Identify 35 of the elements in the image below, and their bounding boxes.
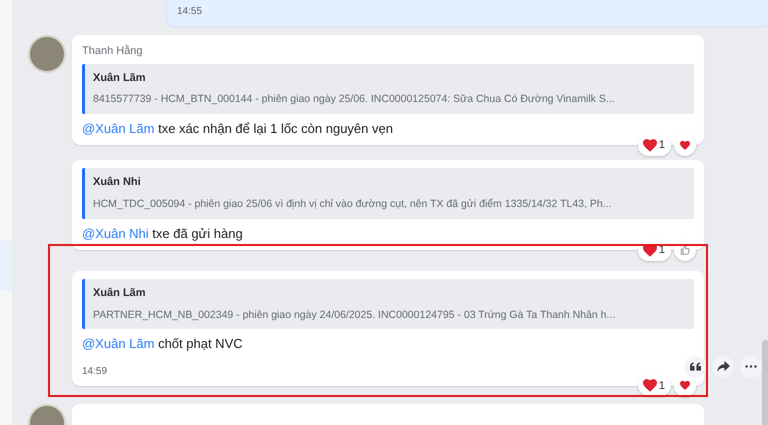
reaction-count-pill[interactable]: 1 bbox=[638, 375, 671, 396]
share-button[interactable] bbox=[712, 356, 734, 378]
avatar[interactable] bbox=[28, 35, 66, 73]
share-arrow-icon bbox=[716, 361, 730, 372]
heart-icon bbox=[642, 244, 657, 256]
message-text: chốt phạt NVC bbox=[157, 336, 243, 352]
quick-reaction-button[interactable] bbox=[674, 374, 696, 397]
message-text: txe xác nhận để lại 1 lốc còn nguyên vẹn bbox=[157, 120, 393, 136]
quote-text: 8415577739 - HCM_BTN_000144 - phiên giao ngày 25/06. INC0000125074: Sữa Chua Có Đường Vinamilk S... bbox=[93, 92, 616, 107]
reaction-count-pill[interactable]: 1 bbox=[638, 134, 671, 156]
reaction-count: 1 bbox=[658, 378, 665, 394]
heart-icon bbox=[680, 138, 690, 152]
quote-author: Xuân Lãm bbox=[93, 70, 147, 86]
message-text: txe đã gửi hàng bbox=[151, 226, 243, 240]
more-button[interactable] bbox=[740, 356, 762, 378]
message-time: 14:55 bbox=[177, 5, 202, 19]
quote-author: Xuân Lãm bbox=[93, 286, 147, 301]
quick-reaction-button[interactable] bbox=[674, 239, 696, 261]
thumbs-up-icon bbox=[680, 243, 690, 257]
sender-name: Thanh Hằng bbox=[82, 44, 144, 59]
quote-text: HCM_TDC_005094 - phiên giao 25/06 vì định vị chỉ vào đường cụt, nên TX đã gửi điểm 1335/14/32 TL43, Ph... bbox=[93, 196, 612, 212]
heart-icon bbox=[642, 138, 657, 152]
heart-icon bbox=[642, 379, 657, 392]
mention-link[interactable]: @Xuân Lãm bbox=[82, 336, 154, 352]
mention-link[interactable]: @Xuân Nhi bbox=[82, 226, 149, 240]
scrollbar-thumb[interactable] bbox=[762, 340, 768, 425]
quick-reaction-button[interactable] bbox=[674, 134, 696, 156]
heart-icon bbox=[680, 379, 690, 392]
more-icon bbox=[745, 365, 757, 368]
quote-icon bbox=[690, 362, 700, 372]
quote-author: Xuân Nhi bbox=[93, 175, 142, 190]
quote-text: PARTNER_HCM_NB_002349 - phiên giao ngày 24/06/2025. INC0000124795 - 03 Trứng Gà Ta Thanh Nhân h... bbox=[93, 308, 616, 322]
message-time: 14:59 bbox=[82, 364, 108, 379]
reaction-count: 1 bbox=[658, 138, 665, 153]
mention-link[interactable]: @Xuân Lãm bbox=[82, 120, 154, 136]
